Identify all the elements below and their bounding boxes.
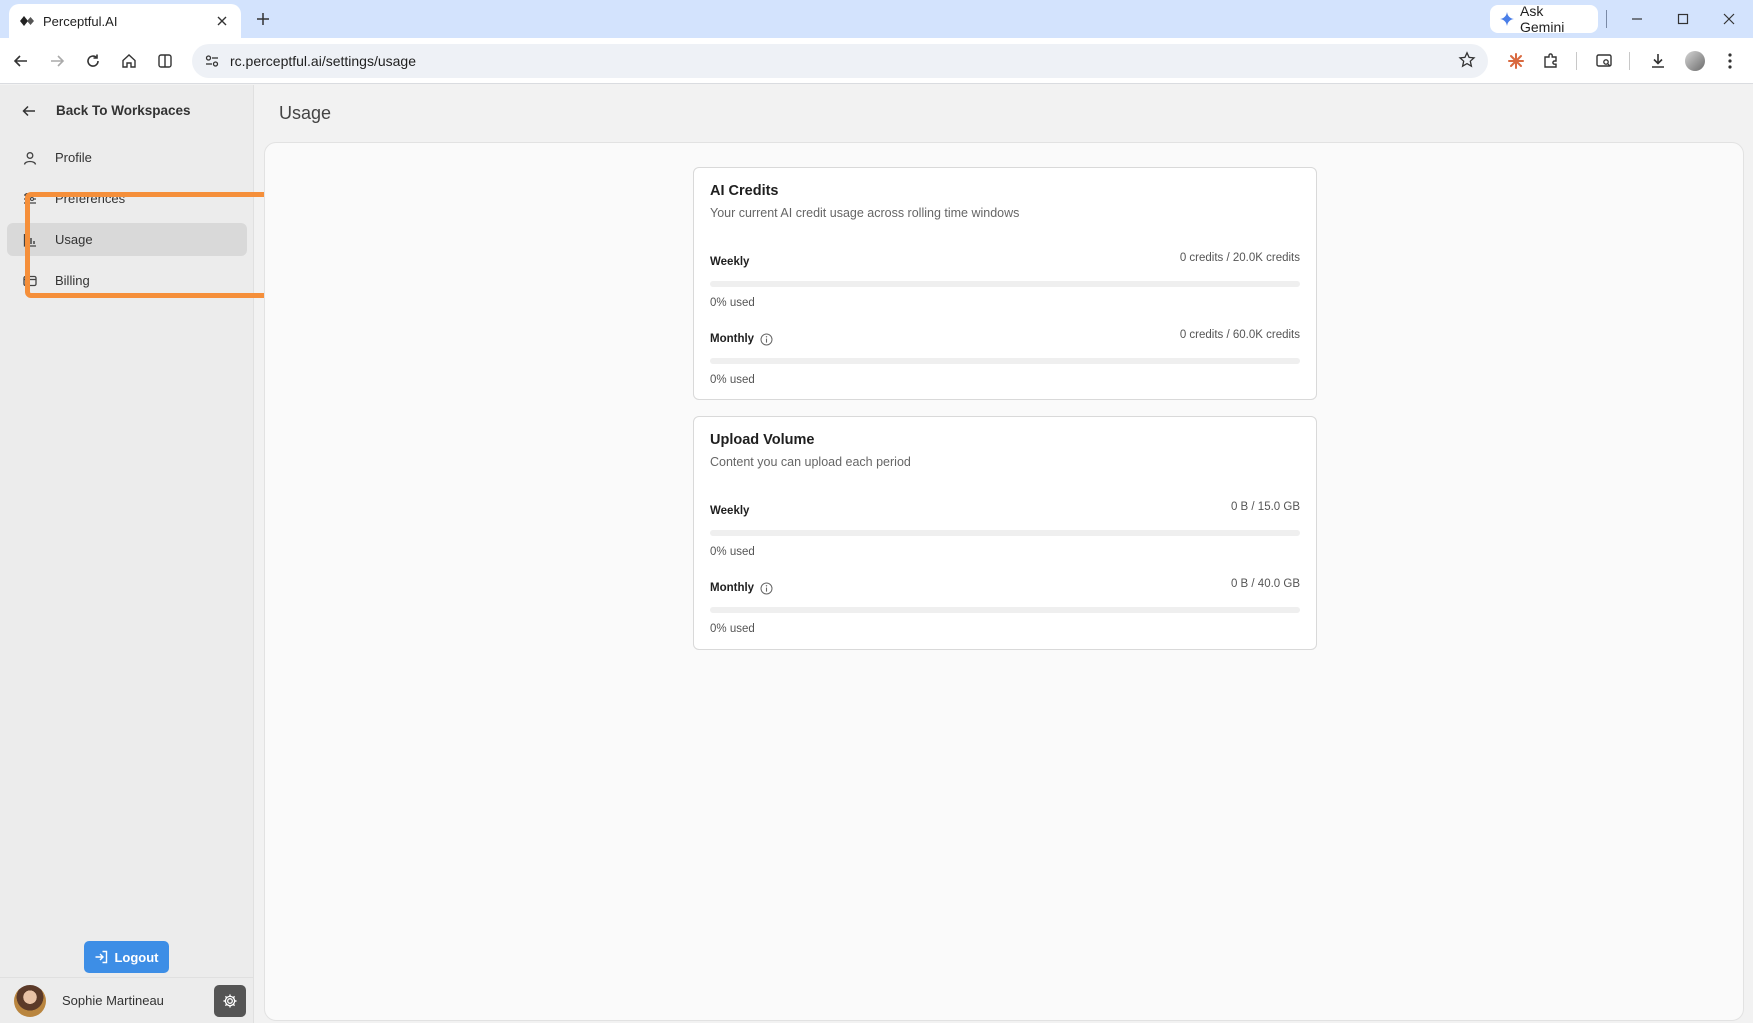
usage-panel: AI Credits Your current AI credit usage … [264,142,1744,1021]
url-text: rc.perceptful.ai/settings/usage [230,53,416,69]
back-to-workspaces-label: Back To Workspaces [56,103,191,118]
sidebar-item-label: Profile [55,150,92,165]
logout-label: Logout [114,949,159,965]
metric-value: 0 B / 40.0 GB [1230,578,1300,590]
maximize-button[interactable] [1668,6,1698,32]
metric-name-wrap: Monthly [710,582,773,595]
tab-title: Perceptful.AI [43,13,118,29]
close-window-button[interactable] [1714,6,1744,32]
profile-avatar-icon[interactable] [1681,47,1709,75]
metric-name: Weekly [710,256,750,268]
progress-bar [710,530,1300,536]
logout-button[interactable]: Logout [84,941,169,973]
browser-toolbar: rc.perceptful.ai/settings/usage [0,38,1753,84]
bar-chart-icon [23,233,41,247]
sidebar-item-label: Usage [55,232,93,247]
browser-tab[interactable]: Perceptful.AI [9,4,241,38]
sidebar-item-usage[interactable]: Usage [7,223,247,256]
metric-value: 0 B / 15.0 GB [1230,501,1300,513]
progress-bar [710,281,1300,287]
metric-weekly: Weekly 0 B / 15.0 GB 0% used [710,501,1300,558]
metric-used: 0% used [710,623,755,635]
metric-weekly: Weekly 0 credits / 20.0K credits 0% used [710,252,1300,309]
ask-gemini-label: Ask Gemini [1520,3,1565,35]
user-settings-button[interactable] [214,984,246,1017]
logout-icon [94,950,108,964]
bookmark-star-icon[interactable] [1458,51,1476,69]
card-title: AI Credits [710,183,779,199]
claude-extension-icon[interactable] [1502,47,1530,75]
metric-name: Weekly [710,505,750,517]
upload-volume-card: Upload Volume Content you can upload eac… [693,416,1317,650]
sidebar-item-billing[interactable]: Billing [7,264,247,297]
toolbar-divider [1629,52,1630,70]
settings-sidebar: Back To Workspaces Profile Preferences U… [0,85,254,1023]
user-name: Sophie Martineau [62,993,164,1008]
extensions-puzzle-icon[interactable] [1537,47,1565,75]
address-bar[interactable]: rc.perceptful.ai/settings/usage [192,44,1488,78]
download-icon[interactable] [1644,47,1672,75]
home-button[interactable] [115,47,143,75]
forward-button[interactable] [43,47,71,75]
metric-value: 0 credits / 60.0K credits [1179,329,1300,341]
sidebar-item-profile[interactable]: Profile [7,141,247,174]
user-row: Sophie Martineau [0,977,254,1023]
user-icon [23,151,41,165]
minimize-button[interactable] [1622,6,1652,32]
browser-tabstrip: Perceptful.AI Ask Gemini [0,0,1753,38]
metric-name: Monthly [710,333,755,345]
back-to-workspaces-link[interactable]: Back To Workspaces [22,103,191,118]
toolbar-divider [1576,52,1577,70]
split-view-button[interactable] [151,47,179,75]
card-icon [23,274,41,288]
card-title: Upload Volume [710,432,815,448]
perceptful-logo-icon [19,13,35,29]
new-tab-button[interactable] [252,8,274,30]
page-title: Usage [279,103,332,123]
ask-gemini-button[interactable]: Ask Gemini [1490,3,1598,35]
tabstrip-divider [1606,10,1607,28]
back-button[interactable] [7,47,35,75]
tab-search-icon[interactable] [1590,47,1618,75]
gemini-sparkle-icon [1500,12,1514,26]
reload-button[interactable] [79,47,107,75]
sidebar-item-label: Billing [55,273,90,288]
sidebar-item-label: Preferences [55,191,126,206]
more-menu-icon[interactable] [1716,47,1744,75]
avatar[interactable] [14,984,46,1017]
arrow-left-icon [22,104,40,118]
metric-used: 0% used [710,374,755,386]
sidebar-item-preferences[interactable]: Preferences [7,182,247,215]
metric-used: 0% used [710,546,755,558]
info-icon[interactable] [760,333,773,346]
metric-used: 0% used [710,297,755,309]
card-subtitle: Your current AI credit usage across roll… [710,206,1020,220]
metric-name-wrap: Monthly [710,333,773,346]
metric-value: 0 credits / 20.0K credits [1179,252,1300,264]
card-subtitle: Content you can upload each period [710,455,911,469]
ai-credits-card: AI Credits Your current AI credit usage … [693,167,1317,400]
info-icon[interactable] [760,582,773,595]
metric-name: Monthly [710,582,755,594]
gear-icon [222,993,238,1009]
metric-monthly: Monthly 0 credits / 60.0K credits 0% use… [710,329,1300,386]
close-icon[interactable] [213,12,231,30]
site-settings-icon[interactable] [204,53,220,69]
sliders-icon [23,192,41,206]
progress-bar [710,358,1300,364]
metric-monthly: Monthly 0 B / 40.0 GB 0% used [710,578,1300,635]
progress-bar [710,607,1300,613]
